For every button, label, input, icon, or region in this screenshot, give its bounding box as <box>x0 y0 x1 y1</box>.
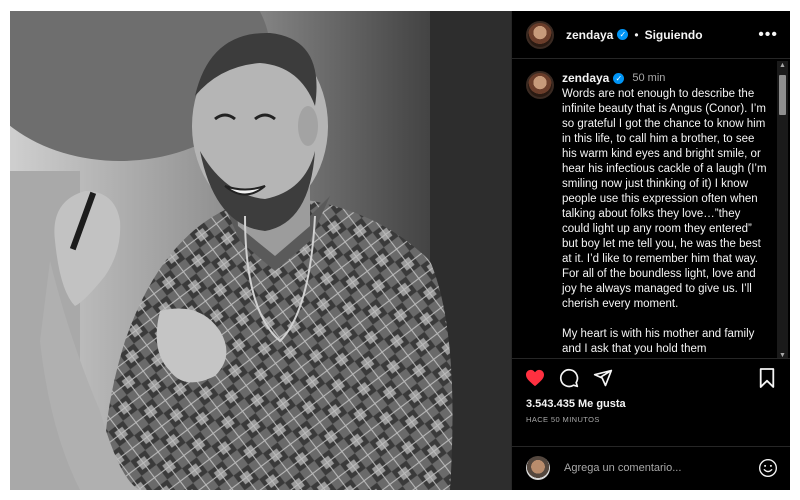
post-modal: zendaya ✓ • Siguiendo ••• zendaya ✓ 50 m… <box>10 11 790 490</box>
caption-paragraph: My heart is with his mother and family a… <box>562 328 755 356</box>
like-count[interactable]: 3.543.435 Me gusta <box>512 398 790 410</box>
caption-time: 50 min <box>632 72 666 85</box>
author-avatar[interactable] <box>526 20 554 49</box>
post-side-panel: zendaya ✓ • Siguiendo ••• zendaya ✓ 50 m… <box>511 11 790 490</box>
following-button[interactable]: Siguiendo <box>645 28 703 42</box>
comment-input[interactable] <box>564 462 758 475</box>
caption-paragraph: Words are not enough to describe the inf… <box>562 88 767 311</box>
bookmark-icon[interactable] <box>756 367 778 389</box>
caption-avatar[interactable] <box>526 71 554 100</box>
caption-username[interactable]: zendaya <box>562 71 609 86</box>
heart-icon[interactable] <box>524 367 546 389</box>
share-icon[interactable] <box>592 367 614 389</box>
post-timestamp: HACE 50 MINUTOS <box>526 414 600 424</box>
post-photo <box>10 11 511 490</box>
caption: zendaya ✓ 50 min Words are not enough to… <box>562 71 770 358</box>
author-username[interactable]: zendaya <box>566 28 613 42</box>
caption-text: Words are not enough to describe the inf… <box>562 87 770 357</box>
verified-icon: ✓ <box>617 29 629 41</box>
caption-scrollbar[interactable]: ▲ ▼ <box>777 61 788 358</box>
photo-image <box>10 11 511 490</box>
caption-scroll-area[interactable]: zendaya ✓ 50 min Words are not enough to… <box>512 59 790 359</box>
separator-dot: • <box>634 27 639 42</box>
post-header: zendaya ✓ • Siguiendo ••• <box>512 11 790 60</box>
scroll-down-icon[interactable]: ▼ <box>778 351 787 358</box>
comment-bar <box>512 445 790 490</box>
viewer-avatar <box>526 456 550 481</box>
post-actions <box>512 359 790 398</box>
caption-verified-icon: ✓ <box>613 73 625 85</box>
comment-icon[interactable] <box>558 367 580 389</box>
scroll-thumb[interactable] <box>779 75 786 116</box>
emoji-icon[interactable] <box>758 458 778 478</box>
more-icon[interactable]: ••• <box>758 26 778 44</box>
scroll-up-icon[interactable]: ▲ <box>778 61 787 71</box>
